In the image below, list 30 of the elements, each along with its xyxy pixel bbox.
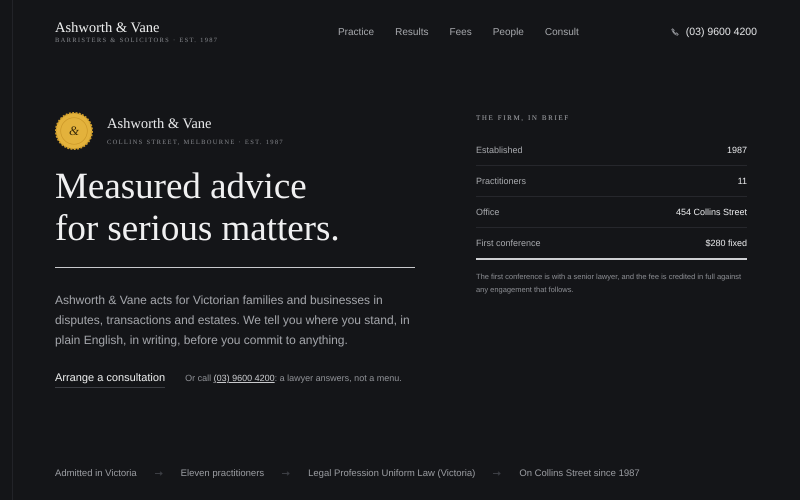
- nav-link[interactable]: Practice: [338, 26, 374, 38]
- fact-label: First conference: [476, 238, 541, 248]
- call-sentence: Or call (03) 9600 4200: a lawyer answers, not a menu.: [185, 373, 402, 383]
- credential-text: Admitted in Victoria: [55, 468, 137, 479]
- intro-paragraph: Ashworth & Vane acts for Victorian families and businesses in disputes, transactions and estates. We tell you where you stand, in plain English, in writing, before you commit to anything.: [55, 292, 411, 349]
- fact-value: 1987: [726, 145, 747, 155]
- fact-value: 454 Collins Street: [676, 207, 747, 217]
- fact-value: $280 fixed: [705, 238, 747, 248]
- arrow-icon: [493, 471, 502, 476]
- brand-name[interactable]: Ashworth & Vane: [55, 20, 325, 36]
- phone-icon: [670, 28, 679, 36]
- arrow-icon: [282, 471, 290, 476]
- fact-label: Office: [476, 207, 500, 217]
- nav-link[interactable]: Consult: [544, 26, 579, 38]
- firm-name: Ashworth & Vane: [107, 116, 212, 133]
- consultation-link[interactable]: Arrange a consultation: [55, 372, 166, 388]
- headline: Measured advice for serious matters.: [55, 166, 341, 250]
- nav-link[interactable]: People: [492, 26, 524, 38]
- credential-text: On Collins Street since 1987: [519, 468, 640, 479]
- credential-text: Eleven practitioners: [180, 468, 264, 479]
- nav-link[interactable]: Results: [395, 26, 428, 38]
- arrow-icon: [154, 471, 163, 476]
- credential-text: Legal Profession Uniform Law (Victoria): [308, 468, 476, 479]
- fact-value: 11: [738, 176, 747, 186]
- phone-link[interactable]: (03) 9600 4200: [214, 373, 275, 383]
- nav-link[interactable]: Fees: [449, 26, 472, 38]
- fact-label: Established: [476, 145, 523, 155]
- seal-badge: &: [55, 112, 93, 150]
- phone-link[interactable]: (03) 9600 4200: [686, 26, 757, 38]
- fact-label: Practitioners: [476, 176, 526, 186]
